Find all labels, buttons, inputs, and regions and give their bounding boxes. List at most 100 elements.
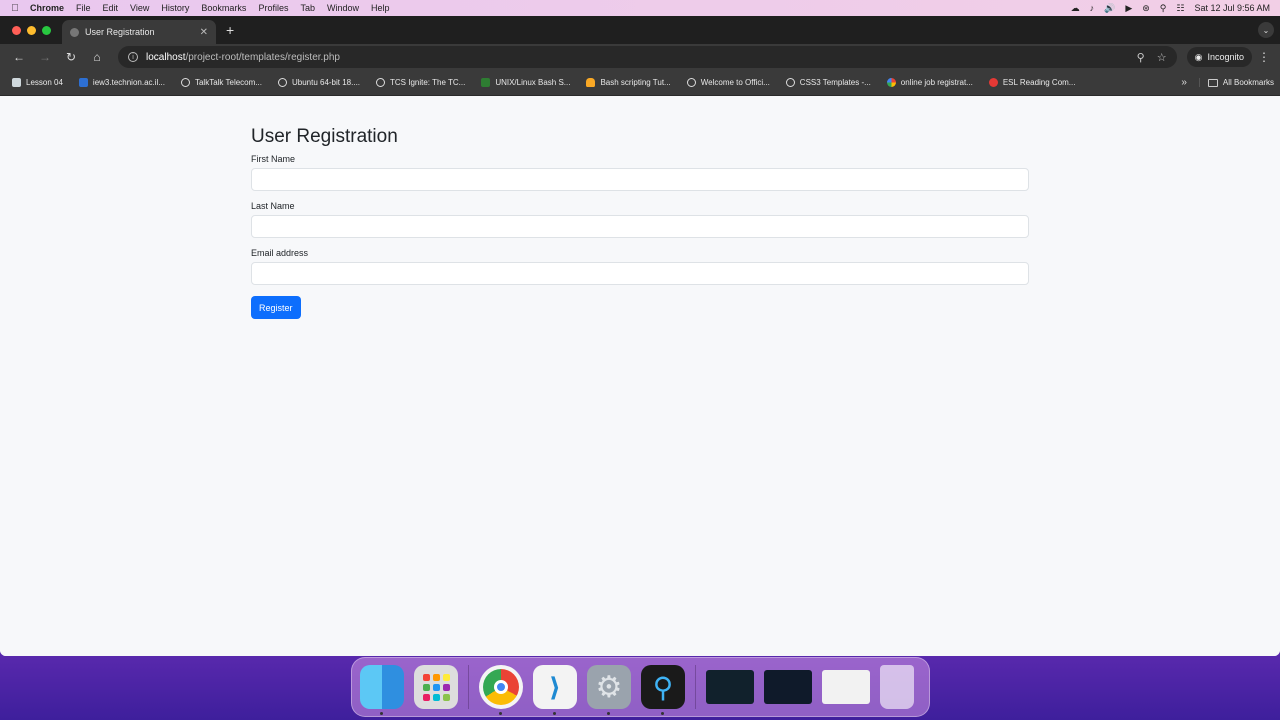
first-name-label: First Name <box>251 154 296 164</box>
window-controls <box>0 25 62 35</box>
minimized-window-thumbnail[interactable] <box>764 670 812 704</box>
last-name-input[interactable] <box>251 215 1029 238</box>
browser-menu-icon[interactable]: ⋮ <box>1256 50 1272 64</box>
url-host: localhost <box>146 51 186 63</box>
tab-search-chevron-icon[interactable]: ⌄ <box>1258 22 1274 38</box>
system-settings-icon[interactable]: ⚙ <box>587 665 631 715</box>
back-button[interactable]: ← <box>8 46 30 68</box>
wifi-icon[interactable]: ⊛ <box>1142 3 1150 14</box>
play-icon[interactable]: ▶ <box>1125 3 1132 14</box>
page-content: User Registration First Name Last Name E… <box>0 96 1280 656</box>
more-bookmarks-chevron-icon[interactable]: » <box>1173 77 1195 88</box>
globe-icon <box>180 78 190 87</box>
site-info-icon[interactable]: i <box>128 52 138 62</box>
menu-clock[interactable]: Sat 12 Jul 9:56 AM <box>1194 3 1270 13</box>
omnibox-actions: ⚲ ☆ <box>1137 51 1167 64</box>
menu-edit[interactable]: Edit <box>97 3 125 13</box>
forward-button[interactable]: → <box>34 46 56 68</box>
running-indicator <box>661 712 664 715</box>
launchpad-tile <box>432 694 440 701</box>
chrome-logo-center <box>494 680 508 694</box>
quicktime-icon[interactable]: ⚲ <box>641 665 685 715</box>
bookmark-item[interactable]: CSS3 Templates -... <box>780 78 877 87</box>
menu-profiles[interactable]: Profiles <box>252 3 294 13</box>
globe-icon <box>70 27 79 37</box>
bookmark-item[interactable]: Welcome to Offici... <box>681 78 776 87</box>
launchpad-tile <box>432 674 440 681</box>
bookmark-item[interactable]: ESL Reading Com... <box>983 78 1082 87</box>
google-icon <box>886 78 896 87</box>
bookmark-item[interactable]: iew3.technion.ac.il... <box>73 78 171 87</box>
minimized-window-thumbnail[interactable] <box>822 670 870 704</box>
minimize-window-button[interactable] <box>27 25 36 35</box>
mic-icon[interactable]: ♪ <box>1090 3 1095 13</box>
launchpad-icon[interactable] <box>414 665 458 709</box>
launchpad-tile <box>442 694 450 701</box>
terminal-icon <box>481 78 491 87</box>
all-bookmarks-label: All Bookmarks <box>1222 78 1274 87</box>
launchpad-tile <box>442 674 450 681</box>
zoom-window-button[interactable] <box>42 25 51 35</box>
spotlight-search-icon[interactable]: ⚲ <box>1160 3 1167 14</box>
close-window-button[interactable] <box>12 25 21 35</box>
launchpad-tile <box>422 694 430 701</box>
register-button[interactable]: Register <box>251 296 301 319</box>
menu-history[interactable]: History <box>155 3 195 13</box>
zoom-icon[interactable]: ⚲ <box>1137 51 1145 64</box>
home-button[interactable]: ⌂ <box>86 46 108 68</box>
control-center-icon[interactable]: ☷ <box>1176 3 1184 14</box>
email-group: Email address <box>251 248 1029 285</box>
menu-view[interactable]: View <box>124 3 155 13</box>
trash-icon[interactable] <box>880 665 914 709</box>
bookmark-label: Welcome to Offici... <box>700 78 770 87</box>
menu-tab[interactable]: Tab <box>294 3 321 13</box>
bookmark-item[interactable]: Ubuntu 64-bit 18.... <box>272 78 366 87</box>
reload-button[interactable]: ↻ <box>60 46 82 68</box>
menu-bar-status-area: ☁ ♪ 🔊 ▶ ⊛ ⚲ ☷ Sat 12 Jul 9:56 AM <box>1071 3 1280 14</box>
menu-file[interactable]: File <box>70 3 97 13</box>
vscode-icon[interactable]: ⟩ <box>533 665 577 715</box>
volume-icon[interactable]: 🔊 <box>1104 3 1115 14</box>
address-bar[interactable]: i localhost/project-root/templates/regis… <box>118 46 1177 68</box>
incognito-badge[interactable]: ◉ Incognito <box>1186 47 1252 67</box>
bookmark-star-icon[interactable]: ☆ <box>1157 51 1167 64</box>
page-title: User Registration <box>251 126 398 147</box>
menu-app-name[interactable]: Chrome <box>24 3 70 13</box>
bookmark-item[interactable]: TalkTalk Telecom... <box>175 78 268 87</box>
chrome-icon[interactable] <box>479 665 523 715</box>
first-name-group: First Name <box>251 154 1029 191</box>
bookmark-favicon-icon <box>12 78 21 87</box>
browser-window: User Registration ✕ + ⌄ ← → ↻ ⌂ i localh… <box>0 16 1280 656</box>
tab-user-registration[interactable]: User Registration ✕ <box>62 20 216 44</box>
bookmark-item[interactable]: Lesson 04 <box>6 78 69 87</box>
globe-icon <box>785 78 795 87</box>
menu-window[interactable]: Window <box>321 3 365 13</box>
menu-bookmarks[interactable]: Bookmarks <box>195 3 252 13</box>
first-name-input[interactable] <box>251 168 1029 191</box>
minimized-window-thumbnail[interactable] <box>706 670 754 704</box>
macos-menu-bar:  Chrome File Edit View History Bookmark… <box>0 0 1280 16</box>
email-input[interactable] <box>251 262 1029 285</box>
bookmark-item[interactable]: online job registrat... <box>881 78 979 87</box>
macos-dock: ⟩ ⚙ ⚲ <box>351 657 930 717</box>
bookmark-label: CSS3 Templates -... <box>799 78 871 87</box>
registration-form: First Name Last Name Email address Regis… <box>251 154 1280 319</box>
bookmark-item[interactable]: TCS Ignite: The TC... <box>370 78 471 87</box>
running-indicator <box>499 712 502 715</box>
bookmark-item[interactable]: Bash scripting Tut... <box>580 78 676 87</box>
bookmark-label: Bash scripting Tut... <box>600 78 671 87</box>
bookmark-item[interactable]: UNIX/Linux Bash S... <box>475 78 576 87</box>
finder-icon[interactable] <box>360 665 404 715</box>
bookmark-label: ESL Reading Com... <box>1002 78 1076 87</box>
launchpad-tile <box>422 684 430 691</box>
url-text: localhost/project-root/templates/registe… <box>146 52 340 63</box>
dock-divider <box>695 665 696 709</box>
apple-icon[interactable]:  <box>0 3 24 14</box>
menu-help[interactable]: Help <box>365 3 396 13</box>
all-bookmarks-button[interactable]: All Bookmarks <box>1198 78 1274 87</box>
cloud-icon[interactable]: ☁ <box>1071 3 1080 14</box>
globe-icon <box>686 78 696 87</box>
browser-toolbar: ← → ↻ ⌂ i localhost/project-root/templat… <box>0 44 1280 70</box>
new-tab-button[interactable]: + <box>216 22 234 38</box>
close-tab-icon[interactable]: ✕ <box>200 27 208 38</box>
